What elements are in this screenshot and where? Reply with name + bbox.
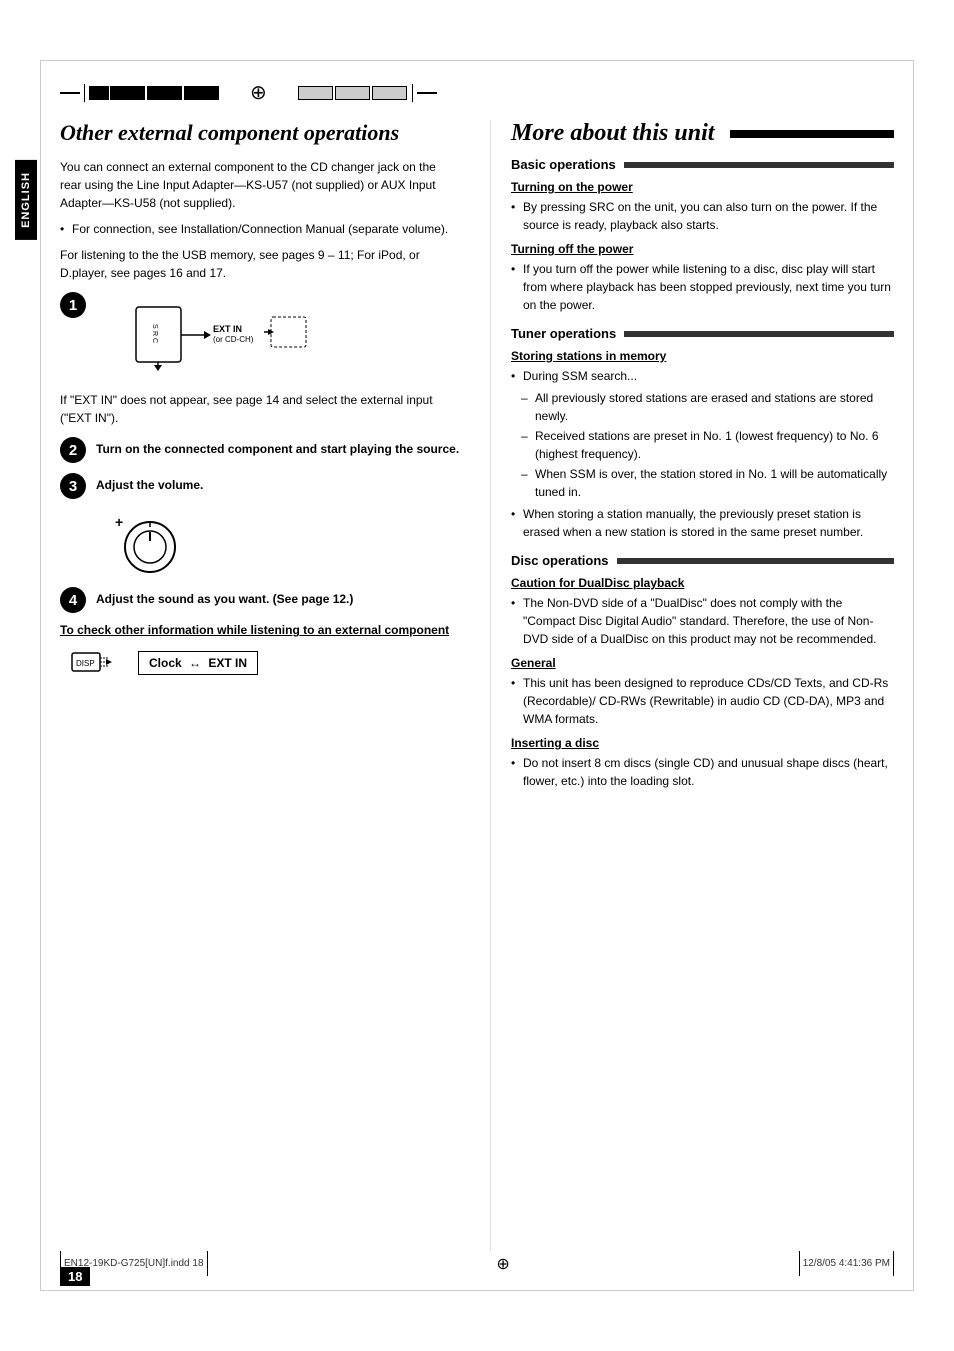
step-2-text: Turn on the connected component and star…	[96, 437, 459, 458]
inserting-bullet: Do not insert 8 cm discs (single CD) and…	[523, 754, 894, 790]
left-body-text-1: You can connect an external component to…	[60, 158, 460, 212]
footer-bar: EN12-19KD-G725[UN]f.indd 18 ⊕ 12/8/05 4:…	[60, 1251, 894, 1276]
step-1-note: If "EXT IN" does not appear, see page 14…	[60, 391, 460, 427]
inserting-heading: Inserting a disc	[511, 736, 894, 750]
step-1-circle: 1	[60, 292, 86, 318]
main-content: ENGLISH Other external component operati…	[60, 120, 894, 1251]
header-left-decoration: ⊕	[60, 80, 437, 105]
right-column: More about this unit Basic operations Tu…	[501, 120, 894, 1251]
general-bullet: This unit has been designed to reproduce…	[523, 674, 894, 728]
svg-text:R: R	[151, 331, 158, 336]
step-1-row: 1 S R C EXT IN	[60, 292, 460, 381]
step-2-row: 2 Turn on the connected component and st…	[60, 437, 460, 463]
step-4-circle: 4	[60, 587, 86, 613]
check-info-heading: To check other information while listeni…	[60, 623, 460, 637]
storing-dash-2: Received stations are preset in No. 1 (l…	[535, 427, 894, 463]
language-tab: ENGLISH	[15, 160, 37, 240]
step-4-row: 4 Adjust the sound as you want. (See pag…	[60, 587, 460, 613]
storing-bullet-2: When storing a station manually, the pre…	[523, 505, 894, 541]
column-divider	[490, 120, 491, 1251]
basic-ops-header: Basic operations	[511, 157, 894, 172]
step-3-row: 3 Adjust the volume.	[60, 473, 460, 499]
left-section-title: Other external component operations	[60, 120, 460, 146]
svg-text:C: C	[151, 338, 158, 343]
storing-dash-3: When SSM is over, the station stored in …	[535, 465, 894, 501]
footer-left: EN12-19KD-G725[UN]f.indd 18	[60, 1251, 208, 1276]
step-4-text: Adjust the sound as you want. (See page …	[96, 587, 353, 608]
right-section-title: More about this unit	[511, 120, 894, 147]
left-body-text-2: For listening to the the USB memory, see…	[60, 246, 460, 282]
tuner-ops-header: Tuner operations	[511, 326, 894, 341]
device-diagram: S R C EXT IN (or CD-CH)	[116, 292, 460, 375]
disp-svg: DISP	[70, 645, 130, 680]
step-3-text: Adjust the volume.	[96, 473, 203, 494]
turning-on-bullet: By pressing SRC on the unit, you can als…	[523, 198, 894, 234]
turning-on-heading: Turning on the power	[511, 180, 894, 194]
header-bar: ⊕	[60, 80, 894, 105]
storing-dash-1: All previously stored stations are erase…	[535, 389, 894, 425]
volume-knob-diagram: +	[110, 509, 460, 577]
svg-text:EXT IN: EXT IN	[213, 324, 242, 334]
left-column: ENGLISH Other external component operati…	[60, 120, 480, 1251]
caution-heading: Caution for DualDisc playback	[511, 576, 894, 590]
svg-text:+: +	[115, 514, 123, 530]
caution-bullet: The Non-DVD side of a "DualDisc" does no…	[523, 594, 894, 648]
svg-text:S: S	[151, 324, 158, 329]
left-bullet-1: For connection, see Installation/Connect…	[72, 220, 460, 238]
svg-text:DISP: DISP	[76, 659, 95, 668]
footer-filename: EN12-19KD-G725[UN]f.indd 18	[64, 1258, 204, 1269]
clock-label-box: Clock ↔ EXT IN	[138, 651, 258, 675]
turning-off-bullet: If you turn off the power while listenin…	[523, 260, 894, 314]
svg-text:(or CD-CH): (or CD-CH)	[213, 335, 254, 344]
step-2-circle: 2	[60, 437, 86, 463]
footer-right: 12/8/05 4:41:36 PM	[799, 1251, 894, 1276]
storing-heading: Storing stations in memory	[511, 349, 894, 363]
clock-ext-diagram: DISP Clock ↔ EXT IN	[70, 645, 460, 680]
footer-crosshair: ⊕	[496, 1254, 509, 1274]
step-3-circle: 3	[60, 473, 86, 499]
disc-ops-header: Disc operations	[511, 553, 894, 568]
turning-off-heading: Turning off the power	[511, 242, 894, 256]
general-heading: General	[511, 656, 894, 670]
footer-timestamp: 12/8/05 4:41:36 PM	[803, 1258, 890, 1269]
storing-bullet-1: During SSM search...	[523, 367, 894, 385]
